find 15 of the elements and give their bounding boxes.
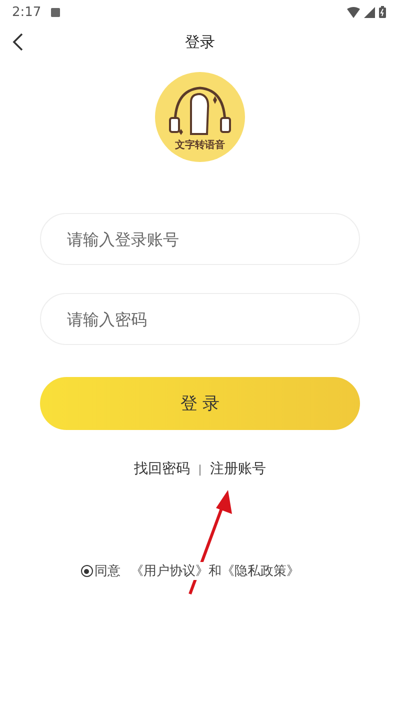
battery-icon xyxy=(379,6,386,18)
app-logo: 文字转语音 xyxy=(155,72,245,162)
login-button[interactable]: 登 录 xyxy=(40,377,360,430)
input-field[interactable]: 请输入密码 xyxy=(40,293,360,345)
text-link[interactable]: 注册账号 xyxy=(210,460,266,478)
page-title: 登录 xyxy=(185,32,215,52)
agreement-text: 同意 xyxy=(94,562,120,580)
agree-radio[interactable] xyxy=(80,565,92,577)
text-link[interactable]: 找回密码 xyxy=(134,460,190,478)
signal-icon xyxy=(364,6,375,18)
input-field[interactable]: 请输入登录账号 xyxy=(40,213,360,265)
separator: | xyxy=(198,462,202,476)
wifi-icon xyxy=(347,6,360,18)
status-time: 2:17 xyxy=(12,4,42,20)
notification-icon xyxy=(51,8,60,16)
